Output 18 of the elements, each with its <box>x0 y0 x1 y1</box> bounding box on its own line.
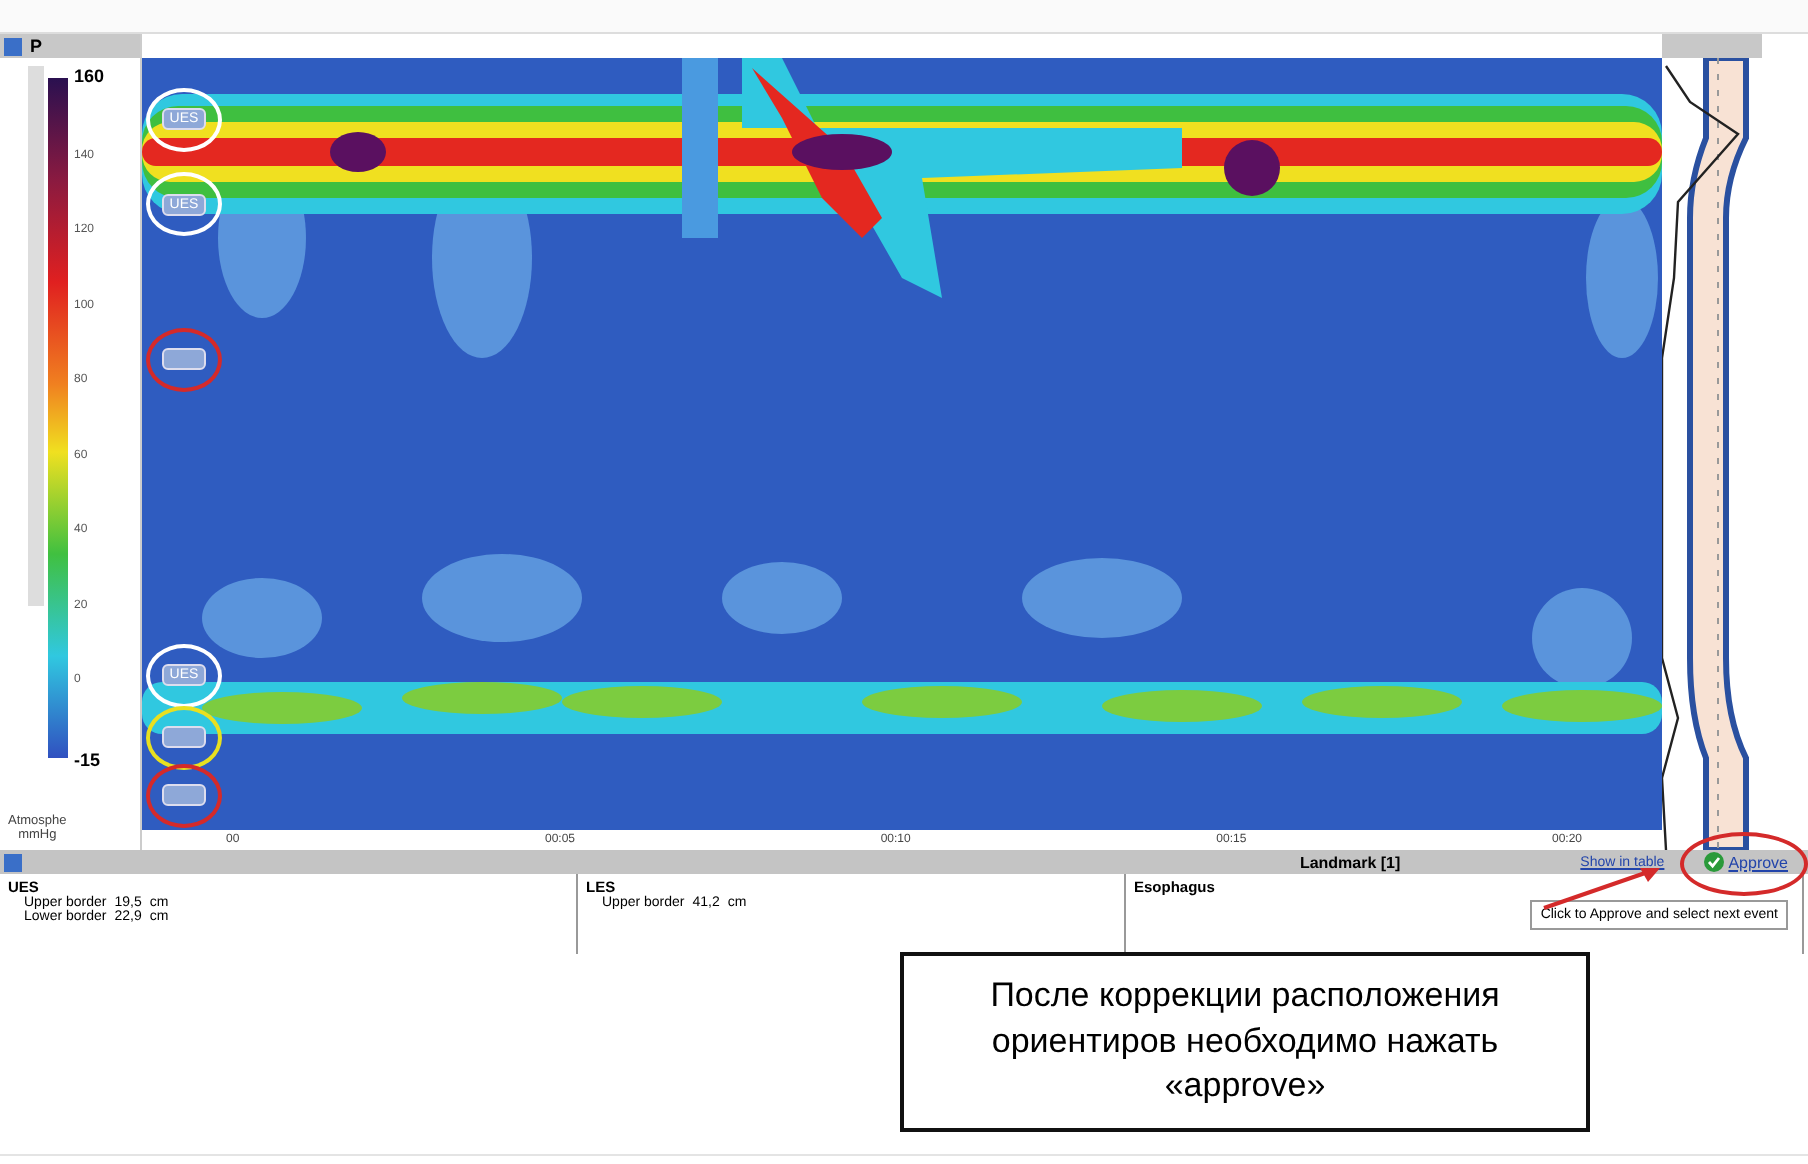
landmark-title: Landmark [1] <box>1297 853 1403 871</box>
approve-button[interactable]: Approve <box>1704 852 1788 872</box>
check-icon <box>1704 852 1725 872</box>
landmark-tag[interactable] <box>162 726 206 749</box>
annotation-ring <box>1680 832 1808 896</box>
panel-icon[interactable] <box>4 37 22 55</box>
low-pressure-patch <box>722 562 842 634</box>
low-pressure-patch <box>202 578 322 658</box>
landmark-tag[interactable] <box>162 784 206 807</box>
low-pressure-patch <box>1532 588 1632 688</box>
scale-tick-label: -15 <box>74 749 103 770</box>
panel-header <box>1662 34 1762 58</box>
panel-title: P <box>30 36 43 56</box>
callout-text: После коррекции расположения ориентиров необходимо нажать «approve» <box>900 952 1590 1132</box>
panel-icon[interactable] <box>4 853 22 871</box>
landmark-tag[interactable] <box>162 348 206 371</box>
scrollbar[interactable] <box>28 66 44 606</box>
scale-tick-label: 160 <box>74 66 105 86</box>
